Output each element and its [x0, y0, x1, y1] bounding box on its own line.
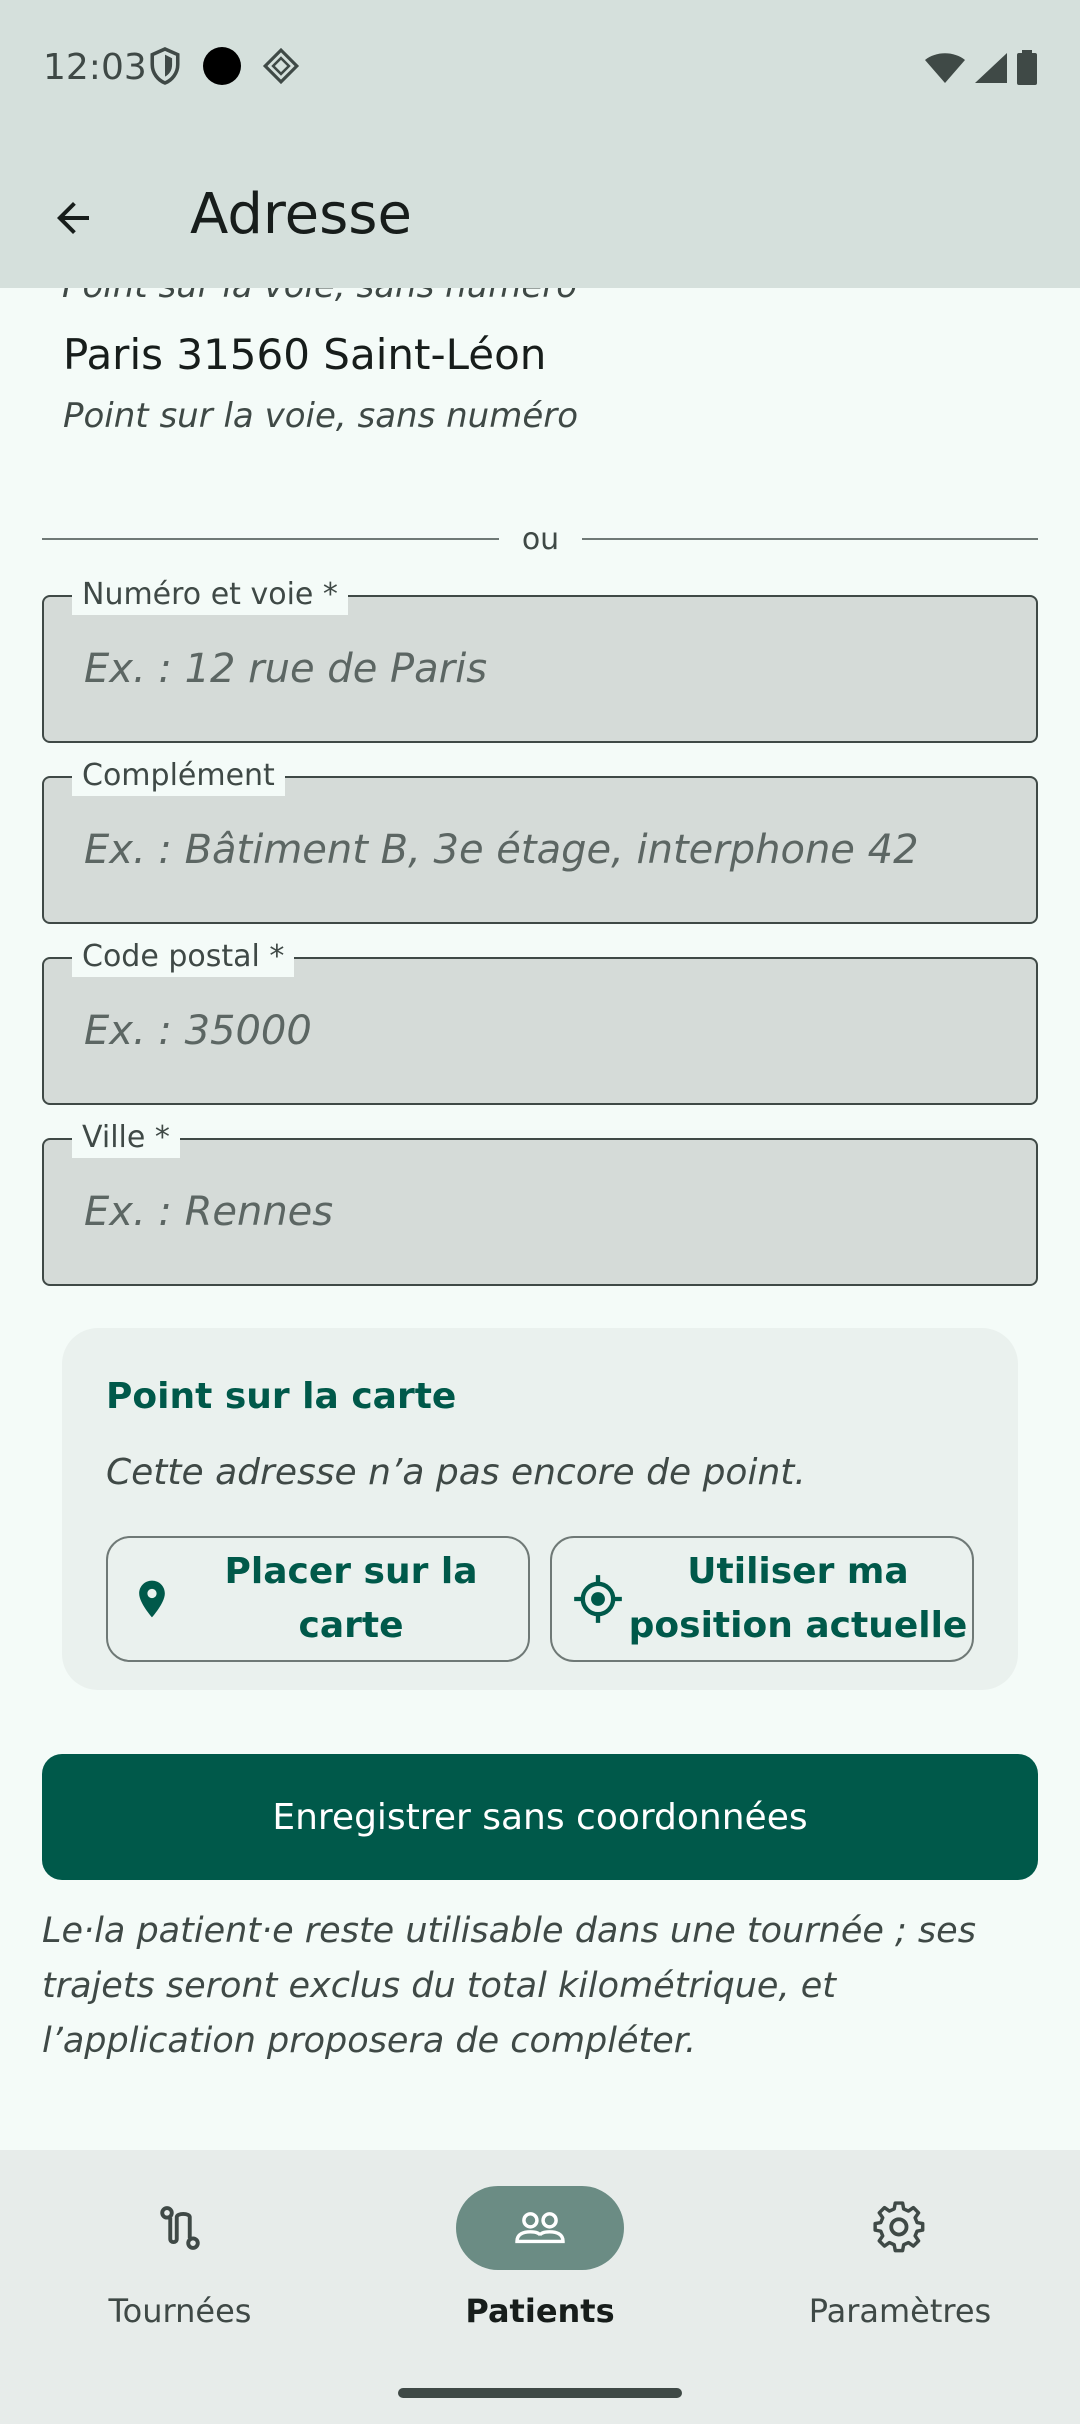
nav-patients-label: Patients [465, 2292, 615, 2330]
use-current-position-label: Utiliser ma position actuelle [624, 1545, 972, 1653]
gear-icon [873, 2201, 925, 2253]
help-text: Le·la patient·e reste utilisable dans un… [42, 1911, 976, 2061]
street-field[interactable]: Numéro et voie * [42, 575, 1038, 743]
address-result-subtitle: Point sur la voie, sans numéro [63, 396, 579, 436]
status-time: 12:03 [43, 47, 147, 88]
nav-parametres-label: Paramètres [808, 2292, 992, 2330]
battery-icon [1017, 50, 1037, 85]
sync-diamond-icon [262, 47, 300, 85]
signal-icon [975, 53, 1007, 83]
route-icon [160, 2206, 200, 2250]
people-icon [515, 2212, 565, 2244]
map-point-card: Point sur la carte Cette adresse n’a pas… [62, 1328, 1018, 1690]
save-without-coordinates-button[interactable]: Enregistrer sans coordonnées [42, 1754, 1038, 1880]
use-current-position-line2: position actuelle [628, 1605, 968, 1646]
app-bar: Adresse [0, 140, 1080, 288]
gps-target-icon [574, 1575, 622, 1623]
city-input[interactable] [84, 1140, 1004, 1284]
address-form-content: Point sur la voie, sans numéro Paris 315… [0, 288, 1080, 2150]
nav-parametres-indicator [816, 2186, 984, 2270]
map-point-title: Point sur la carte [106, 1376, 457, 1417]
nav-item-patients[interactable]: Patients [360, 2186, 720, 2336]
nav-tournees-label: Tournées [108, 2292, 252, 2330]
complement-field[interactable]: Complément [42, 756, 1038, 924]
shield-icon [150, 47, 180, 85]
complement-input[interactable] [84, 778, 1004, 922]
map-point-status: Cette adresse n’a pas encore de point. [106, 1452, 806, 1493]
home-indicator[interactable] [398, 2388, 682, 2398]
place-on-map-button[interactable]: Placer sur la carte [106, 1536, 530, 1662]
divider-or-text: ou [521, 522, 560, 557]
use-current-position-button[interactable]: Utiliser ma position actuelle [550, 1536, 974, 1662]
page-title: Adresse [190, 182, 412, 247]
nav-tournees-indicator [96, 2186, 264, 2270]
use-current-position-line1: Utiliser ma [687, 1551, 909, 1592]
status-system-icons [924, 50, 1038, 86]
postal-code-field[interactable]: Code postal * [42, 937, 1038, 1105]
status-bar: 12:03 [0, 0, 1080, 140]
city-field[interactable]: Ville * [42, 1118, 1038, 1286]
previous-result-subtitle: Point sur la voie, sans numéro [62, 288, 577, 306]
back-button[interactable] [30, 175, 116, 261]
nav-item-tournees[interactable]: Tournées [0, 2186, 360, 2336]
place-on-map-label: Placer sur la carte [224, 1551, 478, 1646]
postal-code-input[interactable] [84, 959, 1004, 1103]
wifi-icon [925, 53, 965, 83]
arrow-back-icon [57, 202, 89, 234]
status-notification-icons [148, 46, 300, 86]
divider-left [42, 538, 499, 540]
bottom-navigation: Tournées Patients Paramètres [0, 2150, 1080, 2424]
address-result-title: Paris 31560 Saint-Léon [63, 330, 547, 379]
record-dot-icon [203, 47, 241, 85]
street-input[interactable] [84, 597, 1004, 741]
location-pin-icon [139, 1580, 165, 1618]
nav-item-parametres[interactable]: Paramètres [720, 2186, 1080, 2336]
nav-patients-indicator [456, 2186, 624, 2270]
divider-right [582, 538, 1038, 540]
